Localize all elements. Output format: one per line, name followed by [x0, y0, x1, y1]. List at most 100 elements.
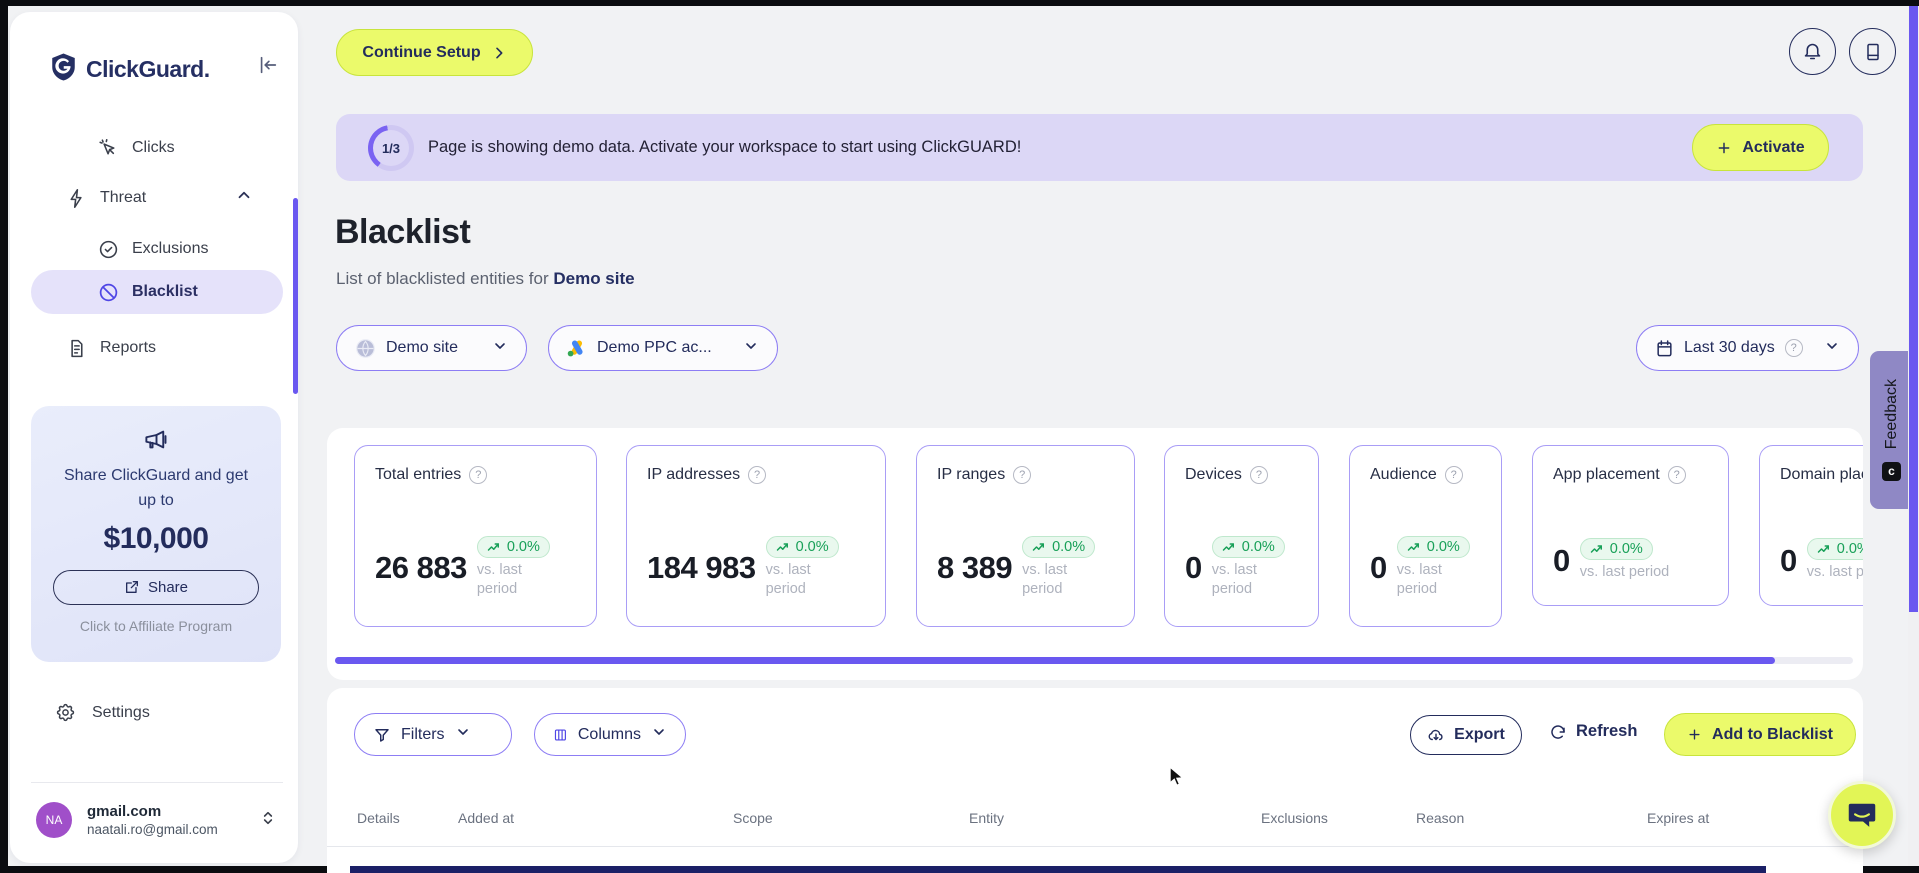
chat-launcher-button[interactable] — [1828, 781, 1896, 849]
trend-up-icon — [487, 543, 499, 551]
promo-footnote: Click to Affiliate Program — [79, 617, 233, 634]
stat-card-app-placement: App placement? 0 0.0% vs. last period — [1532, 445, 1729, 606]
help-icon[interactable]: ? — [1249, 466, 1268, 484]
continue-setup-button[interactable]: Continue Setup — [336, 29, 533, 76]
docs-button[interactable] — [1849, 28, 1896, 75]
affiliate-promo-card[interactable]: Share ClickGuard and get up to $10,000 S… — [31, 406, 281, 662]
trend-up-icon — [1817, 545, 1829, 554]
stat-value: 0 — [1780, 542, 1797, 578]
stat-label: IP ranges — [937, 466, 1006, 483]
chevron-down-icon — [743, 338, 759, 359]
page-scrollbar[interactable] — [1909, 6, 1918, 612]
column-header-reason[interactable]: Reason — [1416, 810, 1464, 826]
help-icon[interactable]: ? — [1784, 339, 1803, 357]
sidebar-collapse-icon[interactable] — [257, 54, 279, 81]
stat-compare-label: vs. last period — [476, 561, 522, 598]
chevron-down-icon — [1824, 338, 1840, 359]
date-range-selector[interactable]: Last 30 days ? — [1636, 325, 1859, 371]
plus-icon — [1689, 729, 1700, 740]
share-button[interactable]: Share — [53, 569, 259, 605]
add-to-blacklist-button[interactable]: Add to Blacklist — [1664, 713, 1856, 756]
stat-card-total-entries: Total entries? 26 883 0.0% vs. last peri… — [354, 445, 597, 627]
stat-label: Domain placement — [1780, 466, 1863, 483]
plus-icon — [1718, 142, 1730, 153]
stats-scrollbar[interactable] — [335, 657, 1775, 664]
sidebar-item-blacklist[interactable]: Blacklist — [98, 276, 198, 308]
stat-label: Total entries — [375, 466, 462, 483]
filters-dropdown[interactable]: Filters — [354, 713, 512, 756]
chevron-down-icon — [651, 724, 667, 745]
stat-label: Devices — [1185, 466, 1242, 483]
sidebar-item-threat[interactable]: Threat — [66, 182, 146, 214]
help-icon[interactable]: ? — [1667, 466, 1686, 484]
stat-compare-label: vs. last period — [1211, 561, 1257, 598]
columns-icon — [554, 728, 566, 741]
sidebar-item-clicks[interactable]: Clicks — [98, 132, 175, 164]
ppc-account-selector[interactable]: Demo PPC ac... — [548, 325, 778, 371]
column-header-exclusions[interactable]: Exclusions — [1261, 810, 1328, 826]
blacklist-table-panel: Filters Columns Export Refresh Add to Bl… — [327, 688, 1863, 873]
site-selector[interactable]: Demo site — [336, 325, 527, 371]
activate-button[interactable]: Activate — [1692, 124, 1829, 171]
table-bottom-scrollbar[interactable] — [350, 866, 1766, 873]
stat-compare-label: vs. last period — [1806, 564, 1863, 581]
stats-scrollbar-track — [335, 657, 1853, 664]
app-background: ClickGuard. Clicks Threat Exclusions Bla… — [8, 6, 1913, 873]
trend-up-icon — [1590, 545, 1602, 554]
help-icon[interactable]: ? — [469, 466, 488, 484]
account-switcher[interactable]: NA gmail.com naatali.ro@gmail.com — [36, 802, 276, 838]
sidebar-item-settings[interactable]: Settings — [55, 702, 150, 723]
columns-dropdown[interactable]: Columns — [534, 713, 686, 756]
refresh-button[interactable]: Refresh — [1549, 722, 1637, 741]
blocked-icon — [99, 283, 118, 301]
sidebar-item-reports[interactable]: Reports — [66, 332, 156, 364]
page-subtitle: List of blacklisted entities for Demo si… — [336, 269, 635, 288]
chevron-up-icon[interactable] — [235, 186, 253, 209]
cursor-click-icon — [99, 138, 115, 155]
stat-value: 0 — [1553, 542, 1570, 578]
shield-logo-icon — [50, 52, 77, 87]
delta-badge: 0.0% — [1806, 538, 1863, 561]
help-icon[interactable]: ? — [748, 466, 767, 484]
sidebar-item-label: Exclusions — [132, 240, 209, 257]
sidebar-item-label: Blacklist — [132, 283, 198, 300]
trend-up-icon — [1407, 543, 1419, 551]
trend-up-icon — [1032, 543, 1045, 551]
column-header-scope[interactable]: Scope — [733, 810, 773, 826]
user-workspace: gmail.com — [87, 803, 162, 820]
sidebar-item-exclusions[interactable]: Exclusions — [98, 233, 208, 265]
chevron-down-icon — [492, 338, 508, 359]
promo-headline: Share ClickGuard and get up to — [63, 467, 249, 509]
document-icon — [71, 339, 83, 357]
help-icon[interactable]: ? — [1444, 466, 1463, 484]
feedback-icon: c — [1882, 461, 1901, 481]
user-email: naatali.ro@gmail.com — [87, 822, 218, 837]
cloud-download-icon — [1428, 729, 1443, 741]
trend-up-icon — [1222, 543, 1234, 551]
column-header-entity[interactable]: Entity — [969, 810, 1004, 826]
column-header-details[interactable]: Details — [357, 810, 400, 826]
sidebar-scrollbar[interactable] — [293, 198, 298, 394]
page-title: Blacklist — [335, 213, 471, 251]
funnel-icon — [375, 728, 389, 742]
stat-card-devices: Devices? 0 0.0% vs. last period — [1164, 445, 1319, 627]
stat-value: 26 883 — [375, 549, 467, 585]
feedback-tab[interactable]: Feedback c — [1870, 351, 1913, 509]
help-icon[interactable]: ? — [1013, 466, 1032, 484]
export-button[interactable]: Export — [1410, 715, 1522, 755]
calendar-icon — [1657, 339, 1672, 356]
bell-icon — [1804, 43, 1821, 60]
banner-message: Page is showing demo data. Activate your… — [428, 138, 1022, 156]
sidebar-item-label: Reports — [100, 339, 157, 356]
delta-badge: 0.0% — [1022, 535, 1096, 558]
stat-value: 184 983 — [647, 549, 756, 585]
column-header-expires-at[interactable]: Expires at — [1647, 810, 1709, 826]
stat-value: 0 — [1185, 549, 1202, 585]
demo-data-banner: 1/3 Page is showing demo data. Activate … — [336, 114, 1863, 181]
notifications-button[interactable] — [1789, 28, 1836, 75]
refresh-icon — [1551, 724, 1565, 739]
column-header-added-at[interactable]: Added at — [458, 810, 514, 826]
select-caret-icon[interactable] — [260, 809, 276, 832]
feedback-label: Feedback — [1882, 379, 1900, 450]
stats-panel: Total entries? 26 883 0.0% vs. last peri… — [327, 428, 1863, 680]
